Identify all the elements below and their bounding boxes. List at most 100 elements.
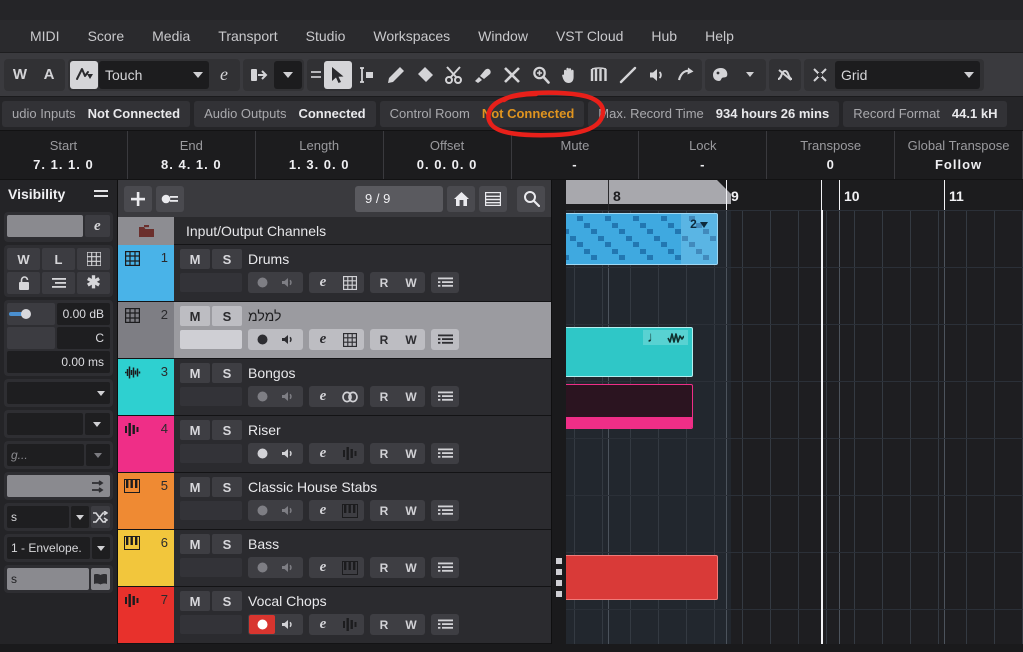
- tool-split[interactable]: [440, 61, 468, 89]
- sampler-icon[interactable]: [337, 444, 363, 463]
- track-input-field[interactable]: [180, 387, 242, 406]
- plus-icon[interactable]: [124, 185, 152, 212]
- record-enable-button[interactable]: [249, 330, 275, 349]
- tool-range-selection[interactable]: [353, 61, 381, 89]
- track-row[interactable]: 5 M S Classic House Stabs e R W: [118, 473, 551, 530]
- lanes-icon[interactable]: [432, 615, 458, 634]
- tool-line[interactable]: [614, 61, 642, 89]
- mute-button[interactable]: M: [180, 420, 210, 440]
- track-name[interactable]: Vocal Chops: [248, 593, 327, 609]
- track-color-bar[interactable]: [118, 302, 146, 358]
- envelope-value[interactable]: 1 - Envelope.: [7, 537, 90, 559]
- book-icon[interactable]: [90, 568, 110, 590]
- color-dropdown-button[interactable]: [736, 61, 764, 89]
- tool-glue[interactable]: [469, 61, 497, 89]
- snap-grid-icon[interactable]: [806, 61, 834, 89]
- lanes-icon[interactable]: [432, 501, 458, 520]
- output-routing-field[interactable]: [7, 413, 83, 435]
- read-automation-button[interactable]: R: [371, 330, 397, 349]
- automation-icon[interactable]: [70, 60, 98, 89]
- track-row[interactable]: 4 M S Riser e R W: [118, 416, 551, 473]
- piano-icon[interactable]: [337, 558, 363, 577]
- solo-button[interactable]: S: [212, 420, 242, 440]
- write-automation-button[interactable]: W: [398, 444, 424, 463]
- edit-channel-button[interactable]: e: [310, 330, 336, 349]
- read-automation-button[interactable]: R: [371, 615, 397, 634]
- read-automation-button[interactable]: R: [371, 501, 397, 520]
- list-icon[interactable]: [42, 272, 75, 294]
- lanes-icon[interactable]: [432, 558, 458, 577]
- list-view-icon[interactable]: [479, 185, 507, 212]
- track-row[interactable]: 3 M S Bongos e R W: [118, 359, 551, 416]
- io-channels-row[interactable]: Input/Output Channels: [118, 216, 551, 245]
- pan-value[interactable]: C: [56, 327, 110, 349]
- track-row[interactable]: 1 M S Drums e R W: [118, 245, 551, 302]
- info-lock[interactable]: Lock -: [639, 131, 768, 179]
- record-enable-button[interactable]: [249, 558, 275, 577]
- status-max-record-time[interactable]: Max. Record Time 934 hours 26 mins: [588, 100, 840, 127]
- input-routing-combo[interactable]: [7, 382, 110, 404]
- panel-splitter[interactable]: [552, 180, 566, 644]
- w-button[interactable]: W: [6, 61, 34, 89]
- a-button[interactable]: A: [35, 61, 63, 89]
- write-automation-button[interactable]: W: [398, 387, 424, 406]
- write-automation-button[interactable]: W: [398, 615, 424, 634]
- tool-zoom[interactable]: [527, 61, 555, 89]
- sampler-icon[interactable]: [337, 615, 363, 634]
- info-end[interactable]: End 8. 4. 1. 0: [128, 131, 256, 179]
- lanes-icon[interactable]: [432, 330, 458, 349]
- monitor-button[interactable]: [276, 273, 302, 292]
- search-icon[interactable]: [517, 185, 545, 212]
- mute-button[interactable]: M: [180, 534, 210, 554]
- write-automation-button[interactable]: W: [398, 273, 424, 292]
- record-enable-button[interactable]: [249, 387, 275, 406]
- preset-caret[interactable]: [85, 444, 110, 466]
- mute-button[interactable]: M: [180, 249, 210, 269]
- info-transpose[interactable]: Transpose 0: [767, 131, 896, 179]
- timeline-ruler[interactable]: 8 9 10 11: [566, 180, 1023, 210]
- edit-channel-button[interactable]: e: [310, 444, 336, 463]
- info-start[interactable]: Start 7. 1. 1. 0: [0, 131, 128, 179]
- info-global-transpose[interactable]: Global Transpose Follow: [895, 131, 1023, 179]
- asterisk-icon[interactable]: ✱: [77, 272, 110, 294]
- record-enable-button[interactable]: [249, 273, 275, 292]
- monitor-button[interactable]: [276, 387, 302, 406]
- drums-clip[interactable]: 2: [566, 213, 718, 265]
- pan-slider[interactable]: [7, 327, 55, 349]
- write-automation-button[interactable]: W: [7, 248, 40, 270]
- status-record-format[interactable]: Record Format 44.1 kH: [843, 100, 1008, 127]
- write-automation-button[interactable]: W: [398, 330, 424, 349]
- track-input-field[interactable]: [180, 273, 242, 292]
- track-name-field[interactable]: [7, 215, 83, 237]
- automation-edit-button[interactable]: e: [210, 61, 238, 89]
- solo-button[interactable]: S: [212, 249, 242, 269]
- status-audio-outputs[interactable]: Audio Outputs Connected: [194, 100, 376, 127]
- cycle-range[interactable]: [566, 180, 731, 204]
- shuffle-icon[interactable]: [90, 506, 110, 528]
- clip-lane-badge[interactable]: 2: [681, 214, 717, 264]
- output-routing-caret[interactable]: [84, 413, 110, 435]
- grid-type-combo[interactable]: Grid: [835, 60, 980, 89]
- zero-crossing-icon[interactable]: [771, 61, 799, 89]
- solo-button[interactable]: S: [212, 306, 242, 326]
- playhead[interactable]: [821, 210, 823, 644]
- track-row[interactable]: 7 M S Vocal Chops e R W: [118, 587, 551, 644]
- tool-time-warp[interactable]: [585, 61, 613, 89]
- mute-button[interactable]: M: [180, 306, 210, 326]
- read-automation-button[interactable]: R: [371, 444, 397, 463]
- grid-icon[interactable]: [77, 248, 110, 270]
- lanes-icon[interactable]: [432, 273, 458, 292]
- track-name[interactable]: Bass: [248, 536, 279, 552]
- track-color-bar[interactable]: [118, 416, 146, 472]
- solo-button[interactable]: S: [212, 477, 242, 497]
- write-automation-button[interactable]: W: [398, 558, 424, 577]
- track-preset-icon[interactable]: [156, 185, 184, 212]
- monitor-button[interactable]: [276, 615, 302, 634]
- read-automation-button[interactable]: R: [371, 273, 397, 292]
- home-icon[interactable]: [447, 185, 475, 212]
- track-name[interactable]: Bongos: [248, 365, 295, 381]
- record-enable-button[interactable]: [249, 501, 275, 520]
- tool-draw[interactable]: [382, 61, 410, 89]
- track-color-bar[interactable]: [118, 587, 146, 643]
- chevron-down-icon[interactable]: [699, 222, 708, 228]
